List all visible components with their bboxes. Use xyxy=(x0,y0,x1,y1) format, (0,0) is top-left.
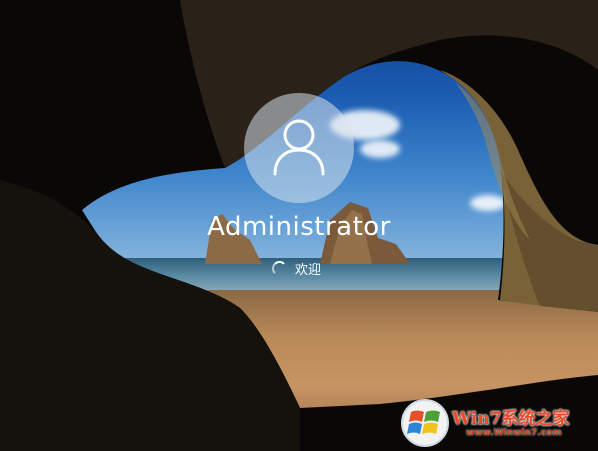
user-icon xyxy=(273,119,325,176)
loading-spinner-icon xyxy=(272,260,287,276)
welcome-status: 欢迎 xyxy=(272,258,321,278)
windows-logo-icon xyxy=(401,399,449,447)
user-avatar[interactable] xyxy=(244,93,354,203)
watermark-title: Win7系统之家 xyxy=(452,409,570,429)
username-label: Administrator xyxy=(207,212,391,242)
lock-screen: Administrator 欢迎 Win7系统之家 www.Winwin7.co… xyxy=(0,0,598,451)
welcome-text: 欢迎 xyxy=(295,262,322,278)
watermark-url: www.Winwin7.com xyxy=(466,428,562,438)
